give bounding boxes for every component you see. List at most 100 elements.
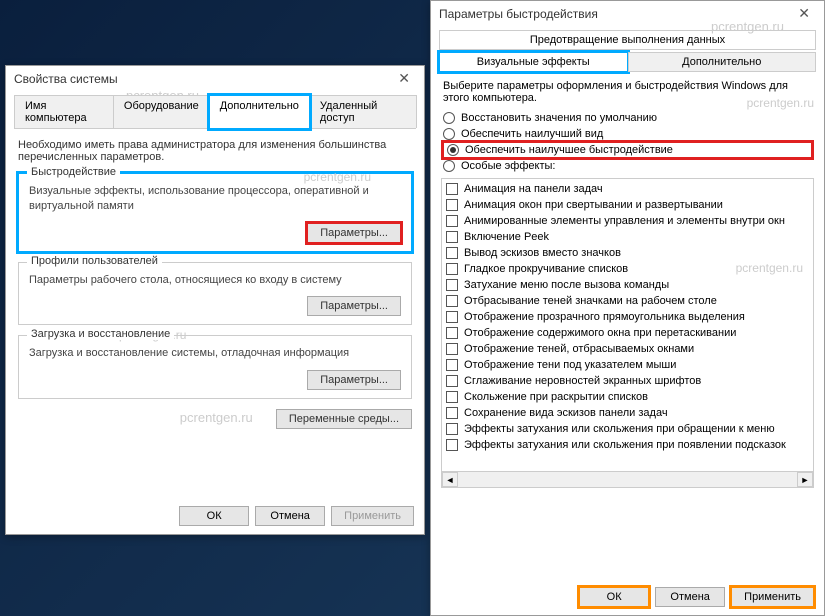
checkbox-icon bbox=[446, 423, 458, 435]
effect-label: Отбрасывание теней значками на рабочем с… bbox=[464, 295, 717, 307]
effect-checkbox-row[interactable]: Затухание меню после вызова команды bbox=[446, 277, 809, 293]
effect-checkbox-row[interactable]: Сохранение вида эскизов панели задач bbox=[446, 405, 809, 421]
effect-checkbox-row[interactable]: Отбрасывание теней значками на рабочем с… bbox=[446, 293, 809, 309]
tab-visual-effects[interactable]: Визуальные эффекты bbox=[439, 52, 628, 72]
effect-label: Анимированные элементы управления и элем… bbox=[464, 215, 785, 227]
performance-settings-button[interactable]: Параметры... bbox=[307, 223, 401, 243]
apply-button[interactable]: Применить bbox=[331, 506, 414, 526]
checkbox-icon bbox=[446, 311, 458, 323]
radio-best-appearance[interactable]: Обеспечить наилучший вид bbox=[443, 126, 812, 142]
checkbox-icon bbox=[446, 263, 458, 275]
effect-label: Сглаживание неровностей экранных шрифтов bbox=[464, 375, 701, 387]
effect-label: Отображение содержимого окна при перетас… bbox=[464, 327, 736, 339]
titlebar: Свойства системы ✕ bbox=[6, 66, 424, 91]
effect-checkbox-row[interactable]: Отображение теней, отбрасываемых окнами bbox=[446, 341, 809, 357]
watermark: pcrentgen.ru bbox=[304, 170, 371, 184]
radio-restore-defaults[interactable]: Восстановить значения по умолчанию bbox=[443, 110, 812, 126]
system-properties-window: Свойства системы ✕ pcrentgen.ru Имя комп… bbox=[5, 65, 425, 535]
titlebar: Параметры быстродействия ✕ bbox=[431, 1, 824, 26]
scroll-right-icon[interactable]: ► bbox=[797, 472, 813, 487]
tab-dep[interactable]: Предотвращение выполнения данных bbox=[439, 30, 816, 50]
checkbox-icon bbox=[446, 407, 458, 419]
checkbox-icon bbox=[446, 279, 458, 291]
radio-label: Обеспечить наилучшее быстродействие bbox=[465, 144, 673, 156]
effect-label: Отображение теней, отбрасываемых окнами bbox=[464, 343, 694, 355]
performance-options-window: Параметры быстродействия ✕ pcrentgen.ru … bbox=[430, 0, 825, 616]
radio-icon bbox=[443, 112, 455, 124]
checkbox-icon bbox=[446, 327, 458, 339]
effect-checkbox-row[interactable]: Скольжение при раскрытии списков bbox=[446, 389, 809, 405]
window-title: Свойства системы bbox=[14, 72, 118, 86]
startup-settings-button[interactable]: Параметры... bbox=[307, 370, 401, 390]
tab-advanced[interactable]: Дополнительно bbox=[628, 52, 817, 72]
checkbox-icon bbox=[446, 215, 458, 227]
effect-checkbox-row[interactable]: Анимированные элементы управления и элем… bbox=[446, 213, 809, 229]
description-text: Выберите параметры оформления и быстроде… bbox=[443, 80, 812, 104]
checkbox-icon bbox=[446, 247, 458, 259]
ok-button[interactable]: ОК bbox=[179, 506, 249, 526]
profiles-settings-button[interactable]: Параметры... bbox=[307, 296, 401, 316]
checkbox-icon bbox=[446, 183, 458, 195]
effect-checkbox-row[interactable]: Отображение прозрачного прямоугольника в… bbox=[446, 309, 809, 325]
checkbox-icon bbox=[446, 439, 458, 451]
tab-strip: Визуальные эффекты Дополнительно bbox=[439, 52, 816, 72]
startup-group: Загрузка и восстановление Загрузка и вос… bbox=[18, 335, 412, 398]
effect-label: Эффекты затухания или скольжения при поя… bbox=[464, 439, 786, 451]
effect-checkbox-row[interactable]: Эффекты затухания или скольжения при поя… bbox=[446, 437, 809, 453]
effect-checkbox-row[interactable]: Включение Peek bbox=[446, 229, 809, 245]
checkbox-icon bbox=[446, 295, 458, 307]
effect-checkbox-row[interactable]: Отображение содержимого окна при перетас… bbox=[446, 325, 809, 341]
effect-label: Отображение тени под указателем мыши bbox=[464, 359, 676, 371]
radio-label: Восстановить значения по умолчанию bbox=[461, 112, 657, 124]
effect-label: Гладкое прокручивание списков bbox=[464, 263, 628, 275]
effect-checkbox-row[interactable]: Эффекты затухания или скольжения при обр… bbox=[446, 421, 809, 437]
effect-checkbox-row[interactable]: Вывод эскизов вместо значков bbox=[446, 245, 809, 261]
horizontal-scrollbar[interactable]: ◄ ► bbox=[442, 471, 813, 487]
environment-variables-button[interactable]: Переменные среды... bbox=[276, 409, 412, 429]
effect-label: Вывод эскизов вместо значков bbox=[464, 247, 621, 259]
profiles-group: Профили пользователей Параметры рабочего… bbox=[18, 262, 412, 325]
ok-button[interactable]: ОК bbox=[579, 587, 649, 607]
panel-body: Необходимо иметь права администратора дл… bbox=[6, 129, 424, 439]
apply-button[interactable]: Применить bbox=[731, 587, 814, 607]
watermark: pcrentgen.ru bbox=[180, 410, 253, 425]
cancel-button[interactable]: Отмена bbox=[255, 506, 325, 526]
effect-checkbox-row[interactable]: Сглаживание неровностей экранных шрифтов bbox=[446, 373, 809, 389]
radio-label: Особые эффекты: bbox=[461, 160, 555, 172]
group-title-performance: Быстродействие bbox=[27, 166, 120, 178]
effect-checkbox-row[interactable]: Анимация на панели задач bbox=[446, 181, 809, 197]
effect-label: Эффекты затухания или скольжения при обр… bbox=[464, 423, 775, 435]
checkbox-icon bbox=[446, 375, 458, 387]
checkbox-icon bbox=[446, 231, 458, 243]
close-icon[interactable]: ✕ bbox=[392, 70, 416, 87]
dialog-buttons: ОК Отмена Применить bbox=[179, 506, 414, 526]
tab-remote[interactable]: Удаленный доступ bbox=[309, 95, 417, 128]
checkbox-icon bbox=[446, 199, 458, 211]
effect-checkbox-row[interactable]: Отображение тени под указателем мыши bbox=[446, 357, 809, 373]
intro-text: Необходимо иметь права администратора дл… bbox=[18, 139, 412, 163]
effect-checkbox-row[interactable]: Гладкое прокручивание списков bbox=[446, 261, 809, 277]
performance-group: Быстродействие pcrentgen.ru Визуальные э… bbox=[18, 173, 412, 252]
tab-strip: Имя компьютера Оборудование Дополнительн… bbox=[14, 95, 416, 129]
effect-label: Анимация окон при свертывании и разверты… bbox=[464, 199, 723, 211]
tab-computer-name[interactable]: Имя компьютера bbox=[14, 95, 114, 128]
scroll-left-icon[interactable]: ◄ bbox=[442, 472, 458, 487]
effects-checklist[interactable]: Анимация на панели задач Анимация окон пр… bbox=[441, 178, 814, 488]
radio-icon bbox=[447, 144, 459, 156]
group-text: Загрузка и восстановление системы, отлад… bbox=[29, 346, 401, 361]
radio-icon bbox=[443, 160, 455, 172]
window-title: Параметры быстродействия bbox=[439, 7, 598, 21]
cancel-button[interactable]: Отмена bbox=[655, 587, 725, 607]
group-title-startup: Загрузка и восстановление bbox=[27, 328, 174, 340]
checkbox-icon bbox=[446, 391, 458, 403]
close-icon[interactable]: ✕ bbox=[792, 5, 816, 22]
tab-hardware[interactable]: Оборудование bbox=[113, 95, 210, 128]
effect-label: Затухание меню после вызова команды bbox=[464, 279, 669, 291]
tab-advanced[interactable]: Дополнительно bbox=[209, 95, 310, 129]
checkbox-icon bbox=[446, 359, 458, 371]
effect-checkbox-row[interactable]: Анимация окон при свертывании и разверты… bbox=[446, 197, 809, 213]
effect-label: Анимация на панели задач bbox=[464, 183, 603, 195]
radio-custom[interactable]: Особые эффекты: bbox=[443, 158, 812, 174]
radio-label: Обеспечить наилучший вид bbox=[461, 128, 603, 140]
radio-best-performance[interactable]: Обеспечить наилучшее быстродействие bbox=[443, 142, 812, 158]
